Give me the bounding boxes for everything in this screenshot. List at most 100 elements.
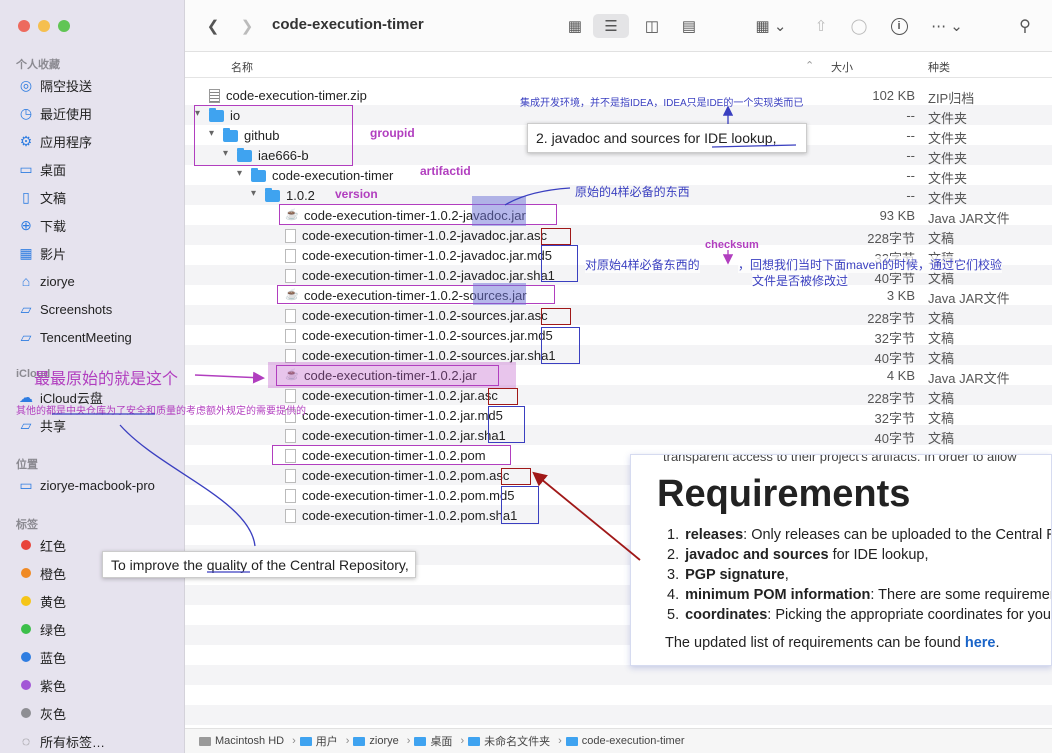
sidebar-item-favorites-8[interactable]: ▱ Screenshots (18, 298, 113, 320)
sidebar-item-favorites-5[interactable]: ⊕ 下载 (18, 214, 66, 236)
sidebar-item-favorites-6[interactable]: ▦ 影片 (18, 242, 66, 264)
path-segment-label: code-execution-timer (581, 735, 685, 747)
icon-view-button[interactable]: ▦ (563, 14, 587, 38)
file-name: code-execution-timer-1.0.2-sources.jar.s… (302, 348, 556, 363)
requirement-item: 3. PGP signature, (667, 565, 1051, 585)
file-row[interactable]: code-execution-timer-1.0.2.jar.md5 32字节 文稿 (185, 405, 1052, 426)
zoom-window-button[interactable] (58, 20, 70, 32)
sidebar-item-label: 文稿 (40, 190, 67, 206)
ide-note: 集成开发环境，并不是指IDEA，IDEA只是IDE的一个实现类而已 (520, 98, 804, 109)
tag-button[interactable]: ◯ (847, 14, 871, 38)
requirement-text: , (784, 567, 789, 583)
sidebar-item-tags-6[interactable]: 灰色 (18, 702, 66, 724)
groupid-box (194, 105, 353, 166)
sidebar-item-favorites-3[interactable]: ▭ 桌面 (18, 158, 66, 180)
disclosure-chevron-icon[interactable]: ▾ (251, 188, 256, 199)
file-size: 93 KB (879, 208, 915, 223)
group-button[interactable]: ▦ ⌄ (751, 14, 791, 38)
info-button[interactable]: i (887, 14, 911, 38)
requirement-number: 5. (667, 607, 680, 623)
requirement-text: : Picking the appropriate coordinates fo… (767, 607, 1052, 623)
share-button[interactable]: ⇧ (809, 14, 833, 38)
file-row[interactable]: code-execution-timer-1.0.2-sources.jar.a… (185, 305, 1052, 326)
minimize-window-button[interactable] (38, 20, 50, 32)
sidebar-item-tags-3[interactable]: 绿色 (18, 618, 66, 640)
tag-color-icon (18, 565, 34, 581)
doc-file-icon (285, 248, 296, 263)
sidebar-item-tags-5[interactable]: 紫色 (18, 674, 66, 696)
requirement-term: minimum POM information (685, 587, 871, 603)
sidebar-item-tags-7[interactable]: ◌ 所有标签… (18, 730, 105, 752)
column-size-header[interactable]: 大小 (831, 59, 853, 75)
javadoc-callout: 2. javadoc and sources for IDE lookup, (527, 123, 807, 153)
sidebar-item-label: 下载 (40, 218, 67, 234)
requirements-title: Requirements (657, 473, 911, 515)
disclosure-chevron-icon[interactable]: ▾ (237, 168, 242, 179)
sidebar-item-tags-1[interactable]: 橙色 (18, 562, 66, 584)
requirements-footer-end: . (995, 635, 1000, 651)
tags-heading: 标签 (16, 519, 38, 531)
file-name-cell: code-execution-timer-1.0.2-javadoc.jar.a… (285, 228, 547, 243)
file-row[interactable]: code-execution-timer-1.0.2-javadoc.jar.a… (185, 225, 1052, 246)
folder-icon (353, 736, 366, 746)
sidebar-item-favorites-7[interactable]: ⌂ ziorye (18, 270, 75, 292)
file-row[interactable]: code-execution-timer-1.0.2-sources.jar.m… (185, 325, 1052, 346)
doc-file-icon (285, 488, 296, 503)
column-name-header[interactable]: 名称 (231, 59, 253, 75)
path-segment[interactable]: code-execution-timer (565, 735, 685, 747)
document-icon: ▯ (22, 188, 30, 205)
file-name-cell: 1.0.2 (265, 187, 315, 203)
sidebar-item-label: 黄色 (40, 594, 67, 610)
search-button[interactable]: ⚲ (1013, 14, 1037, 38)
pom-asc-box (501, 468, 531, 485)
requirement-term: PGP signature (685, 567, 785, 583)
sidebar-item-tags-4[interactable]: 蓝色 (18, 646, 66, 668)
back-button[interactable]: ❮ (203, 14, 223, 38)
file-name-cell: code-execution-timer-1.0.2.jar.asc (285, 388, 498, 403)
sidebar-item-favorites-9[interactable]: ▱ TencentMeeting (18, 326, 132, 348)
sidebar-item-favorites-1[interactable]: ◷ 最近使用 (18, 102, 92, 124)
path-segment[interactable]: Macintosh HD (199, 735, 284, 747)
path-segment-label: ziorye (369, 735, 399, 747)
sidebar-item-tags-2[interactable]: 黄色 (18, 590, 66, 612)
tag-color-icon (18, 537, 34, 553)
sources-checksum-box (541, 327, 580, 364)
grid-icon: ▦ (567, 18, 583, 35)
file-row[interactable]: code-execution-timer-1.0.2.jar.asc 228字节文… (185, 385, 1052, 406)
more-actions-button[interactable]: ⋯ ⌄ (927, 14, 967, 38)
sidebar-item-favorites-2[interactable]: ⚙ 应用程序 (18, 130, 92, 152)
requirements-here-link[interactable]: here (965, 635, 996, 651)
sidebar-item-tags-0[interactable]: 红色 (18, 534, 66, 556)
path-segment[interactable]: 用户 (299, 733, 338, 749)
forward-button[interactable]: ❯ (237, 14, 257, 38)
tag-color-icon (18, 649, 34, 665)
doc-file-icon (285, 428, 296, 443)
close-window-button[interactable] (18, 20, 30, 32)
path-segment[interactable]: ziorye (353, 735, 399, 747)
window-controls (18, 20, 70, 32)
file-name: code-execution-timer-1.0.2.jar.md5 (302, 408, 503, 423)
folder-icon (468, 736, 481, 746)
sidebar-item-label: TencentMeeting (40, 329, 132, 345)
path-segment[interactable]: 未命名文件夹 (468, 733, 550, 749)
sidebar-item-locations-0[interactable]: ▭ ziorye-macbook-pro (18, 474, 155, 496)
path-segment[interactable]: 桌面 (414, 733, 452, 749)
checksum-note-3: 文件是否被修改过 (752, 272, 849, 289)
file-row[interactable]: ▾ code-execution-timer -- 文件夹 (185, 165, 1052, 186)
list-view-button[interactable]: ☰ (593, 14, 629, 38)
file-name-cell: code-execution-timer-1.0.2.pom.sha1 (285, 508, 517, 523)
sidebar-item-icloud-1[interactable]: ▱ 共享 (18, 414, 66, 436)
requirement-number: 2. (667, 547, 680, 563)
sidebar-item-favorites-0[interactable]: ◎ 隔空投送 (18, 74, 92, 96)
doc-file-icon (285, 508, 296, 523)
requirements-cut-text: transparent access to their project's ar… (663, 454, 1017, 464)
download-icon: ⊕ (20, 216, 32, 233)
file-name: code-execution-timer-1.0.2-sources.jar.a… (302, 308, 548, 323)
column-kind-header[interactable]: 种类 (928, 59, 950, 75)
file-row[interactable]: code-execution-timer-1.0.2.jar.sha1 40字节文… (185, 425, 1052, 446)
gallery-view-button[interactable]: ▤ (677, 14, 701, 38)
sort-chevron-icon: ⌃ (805, 60, 815, 72)
sidebar-item-favorites-4[interactable]: ▯ 文稿 (18, 186, 66, 208)
column-view-button[interactable]: ◫ (640, 14, 664, 38)
sidebar-item-label: 所有标签… (40, 734, 106, 750)
